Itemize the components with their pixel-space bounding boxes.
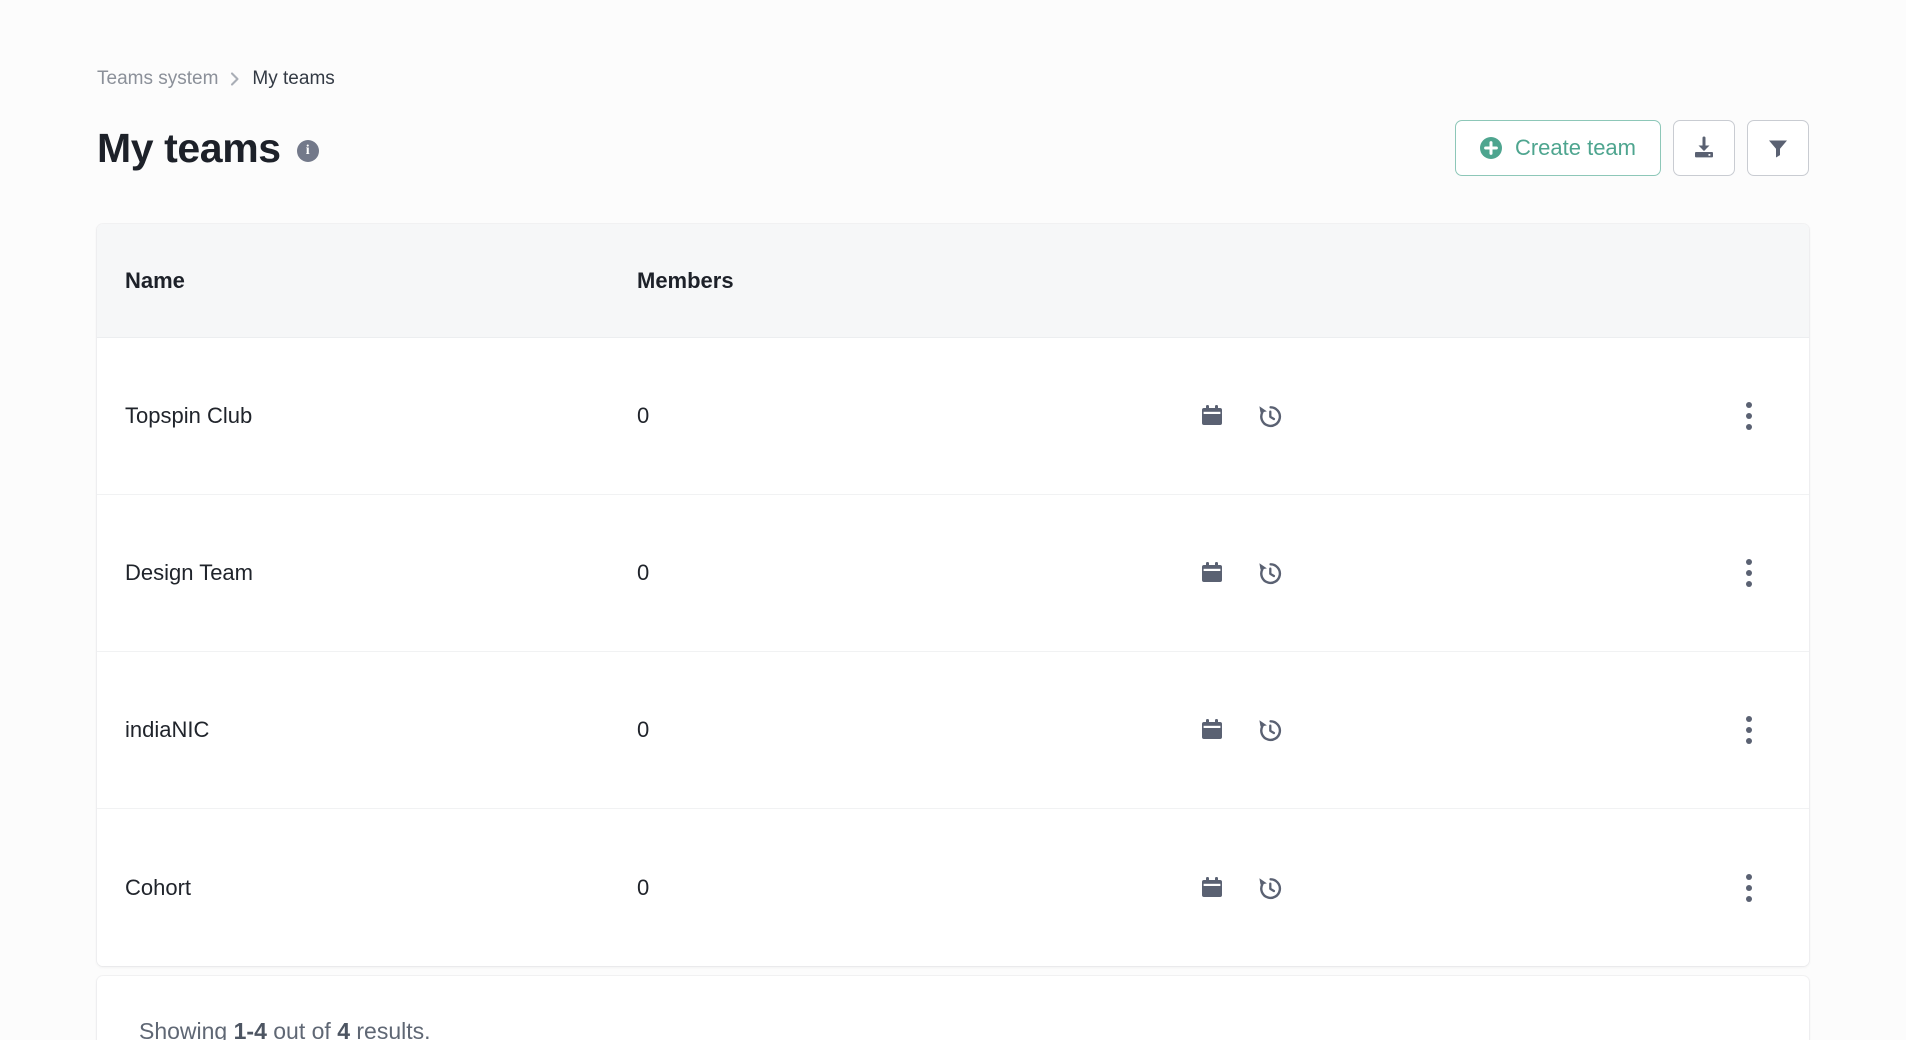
kebab-menu-icon[interactable] [1734,715,1764,745]
results-middle: out of [266,1017,338,1040]
table-row[interactable]: indiaNIC 0 [97,652,1809,809]
page-title: My teams [97,125,281,171]
row-menu-cell [1689,558,1809,588]
table-body: Topspin Club 0 Design Team 0 indiaNIC 0 Cohort… [97,338,1809,966]
breadcrumb: Teams system My teams [97,67,335,91]
kebab-menu-icon[interactable] [1734,401,1764,431]
history-button[interactable] [1255,715,1285,745]
info-icon[interactable]: i [296,140,319,162]
history-icon [1256,874,1284,902]
row-actions [1197,715,1689,745]
results-summary: Showing 1-4 out of 4 results. [139,1018,431,1040]
results-range: 1-4 [233,1017,267,1040]
cell-members-count: 0 [637,403,650,428]
row-actions [1197,873,1689,903]
export-button[interactable] [1673,120,1735,176]
row-menu-cell [1689,873,1809,903]
cell-team-name: Topspin Club [125,403,253,428]
history-button[interactable] [1255,873,1285,903]
table-row[interactable]: Topspin Club 0 [97,338,1809,495]
calendar-button[interactable] [1197,873,1227,903]
table-header-row: Name Members [97,224,1809,338]
row-menu-cell [1689,401,1809,431]
table-row[interactable]: Design Team 0 [97,495,1809,652]
breadcrumb-item-current: My teams [252,68,335,89]
table-row[interactable]: Cohort 0 [97,809,1809,966]
row-actions [1197,558,1689,588]
create-team-label: Create team [1514,135,1636,160]
results-prefix: Showing [139,1017,234,1040]
download-icon [1691,135,1717,161]
results-suffix: results. [350,1017,431,1040]
column-header-name[interactable]: Name [97,268,637,294]
kebab-menu-icon[interactable] [1734,873,1764,903]
cell-members-count: 0 [637,717,650,742]
chevron-right-icon [230,71,240,87]
filter-icon [1766,136,1790,160]
breadcrumb-item-teams-system[interactable]: Teams system [97,67,218,91]
page-header-actions: Create team [1454,120,1809,176]
page-header-left: My teams i [97,123,319,173]
history-icon [1256,716,1284,744]
history-button[interactable] [1255,401,1285,431]
cell-members-count: 0 [637,874,650,900]
calendar-icon [1198,874,1226,902]
column-header-members[interactable]: Members [637,268,1197,294]
filter-button[interactable] [1747,120,1809,176]
calendar-icon [1198,716,1226,744]
calendar-icon [1198,402,1226,430]
teams-page: Teams system My teams My teams i Create … [0,0,1906,1040]
calendar-icon [1198,559,1226,587]
pagination-footer: Showing 1-4 out of 4 results. [97,976,1809,1040]
history-icon [1256,559,1284,587]
plus-circle-icon [1479,137,1502,159]
teams-table: Name Members Topspin Club 0 Design Team 0 in… [97,224,1809,966]
cell-team-name: Cohort [125,874,192,900]
page-header: My teams i Create team [97,116,1809,180]
history-icon [1256,402,1284,430]
calendar-button[interactable] [1197,715,1227,745]
create-team-button[interactable]: Create team [1454,120,1661,176]
history-button[interactable] [1255,558,1285,588]
row-menu-cell [1689,715,1809,745]
cell-members-count: 0 [637,560,650,585]
results-total: 4 [337,1017,350,1040]
calendar-button[interactable] [1197,401,1227,431]
cell-team-name: indiaNIC [125,717,210,742]
cell-team-name: Design Team [125,560,253,585]
kebab-menu-icon[interactable] [1734,558,1764,588]
calendar-button[interactable] [1197,558,1227,588]
row-actions [1197,401,1689,431]
